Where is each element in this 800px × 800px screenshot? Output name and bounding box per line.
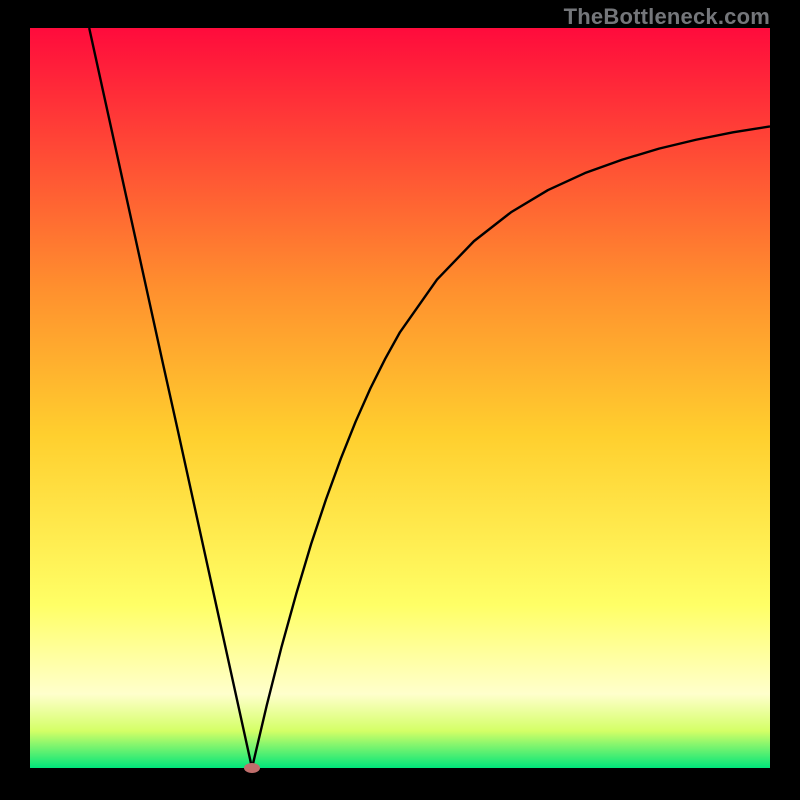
chart-background [30,28,770,768]
chart-frame [30,28,770,768]
minimum-marker [244,763,260,773]
attribution-text: TheBottleneck.com [564,4,770,30]
chart-svg [30,28,770,768]
